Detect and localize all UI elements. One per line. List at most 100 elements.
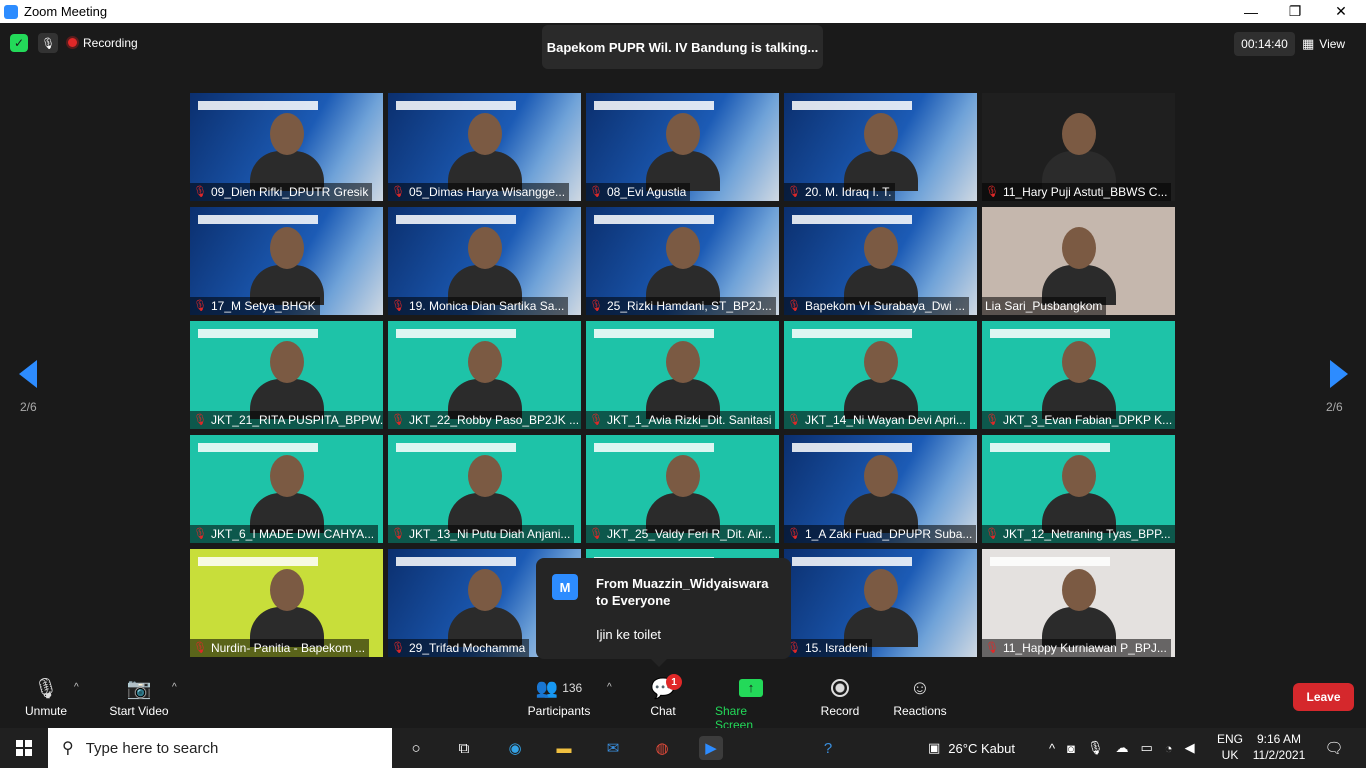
windows-taskbar: ⚲ Type here to search ○ ⧉ ◉ ▬ ✉ ◍ ▶ ? ▣ … [0,728,1366,768]
recording-indicator[interactable]: Recording [68,36,138,50]
participant-video-tile[interactable]: 🎙 25_Rizki Hamdani, ST_BP2J... [586,207,779,315]
participants-options-chevron-icon[interactable]: ^ [607,682,612,693]
participant-video-tile[interactable]: 🎙 17_M Setya_BHGK [190,207,383,315]
start-video-button[interactable]: 📷 Start Video [107,674,171,719]
participant-figure [447,113,522,191]
recording-dot-icon [68,38,77,47]
reactions-button[interactable]: ☺ Reactions [893,674,947,719]
participant-figure [645,341,720,419]
minimize-button[interactable]: — [1228,0,1274,23]
security-shield-icon[interactable]: ✓ [10,34,28,52]
virtual-background-logo-strip [396,329,516,338]
close-window-button[interactable]: ✕ [1318,0,1364,23]
participant-name-text: 11_Happy Kurniawan P_BPJ... [1002,641,1167,655]
maximize-button[interactable]: ❐ [1272,0,1318,23]
participant-figure [447,569,522,647]
unmute-button[interactable]: 🎙 Unmute [22,674,70,719]
participant-video-tile[interactable]: 🎙 JKT_3_Evan Fabian_DPKP K... [982,321,1175,429]
participant-name-text: Lia Sari_Pusbangkom [985,299,1103,313]
participant-head [1061,455,1096,497]
page-indicator-left: 2/6 [20,400,37,414]
participant-video-tile[interactable]: 🎙 19. Monica Dian Sartika Sa... [388,207,581,315]
participant-video-tile[interactable]: 🎙 JKT_25_Valdy Feri R_Dit. Air... [586,435,779,543]
participant-head [269,113,304,155]
participant-figure [843,113,918,191]
participant-video-tile[interactable]: 🎙 11_Happy Kurniawan P_BPJ... [982,549,1175,657]
participant-video-tile[interactable]: 🎙 08_Evi Agustia [586,93,779,201]
taskbar-search-box[interactable]: ⚲ Type here to search [48,728,392,768]
participant-video-tile[interactable]: 🎙 20. M. Idraq I. T. [784,93,977,201]
participant-video-tile[interactable]: 🎙 JKT_22_Robby Paso_BP2JK ... [388,321,581,429]
participant-head [665,341,700,383]
virtual-background-logo-strip [594,443,714,452]
taskbar-clock[interactable]: 9:16 AM 11/2/2021 [1250,731,1308,763]
participant-head [863,113,898,155]
view-button[interactable]: ▦ View [1302,32,1345,56]
participant-head [467,113,502,155]
participant-figure [447,455,522,533]
participants-icon: 👥 136 [535,677,583,698]
participant-figure [447,341,522,419]
weather-widget[interactable]: ▣ 26°C Kabut [928,728,1015,768]
participant-video-tile[interactable]: 🎙 09_Dien Rifki_DPUTR Gresik [190,93,383,201]
participants-button[interactable]: 👥 136 Participants [526,674,592,719]
microphone-status-icon[interactable]: 🎙 [38,33,58,53]
participant-video-tile[interactable]: 🎙 Bapekom VI Surabaya_Dwi ... [784,207,977,315]
share-screen-button[interactable]: ↑ Share Screen [715,674,787,732]
participant-video-tile[interactable]: 🎙 Nurdin- Panitia - Bapekom ... [190,549,383,657]
virtual-background-logo-strip [594,215,714,224]
task-view-icon[interactable]: ⧉ [452,736,476,760]
participant-video-tile[interactable]: 🎙 JKT_13_Ni Putu Diah Anjani... [388,435,581,543]
participant-video-tile[interactable]: Lia Sari_Pusbangkom [982,207,1175,315]
muted-microphone-icon: 🎙 [589,300,603,312]
participant-figure [843,227,918,305]
language-indicator[interactable]: ENG UK [1216,731,1244,763]
wifi-icon[interactable]: ◔ [1165,741,1173,756]
leave-button[interactable]: Leave [1293,683,1354,711]
record-label: Record [820,704,860,718]
muted-microphone-icon: 🎙 [391,414,405,426]
participant-head [467,227,502,269]
virtual-background-logo-strip [594,101,714,110]
chat-notification-popup[interactable]: M From Muazzin_Widyaiswara to Everyone I… [536,558,791,667]
zoom-taskbar-icon[interactable]: ▶ [699,736,723,760]
participant-video-tile[interactable]: 🎙 JKT_12_Netraning Tyas_BPP... [982,435,1175,543]
video-options-chevron-icon[interactable]: ^ [172,682,177,693]
participant-name-text: 20. M. Idraq I. T. [804,185,892,199]
participant-name-text: JKT_6_I MADE DWI CAHYA... [210,527,375,541]
participant-name-text: 19. Monica Dian Sartika Sa... [408,299,565,313]
audio-options-chevron-icon[interactable]: ^ [74,682,79,693]
clock-date: 11/2/2021 [1252,748,1306,762]
participant-video-tile[interactable]: 🎙 15. Isradeni [784,549,977,657]
volume-icon[interactable]: ◀ [1185,740,1195,756]
onedrive-icon[interactable]: ☁ [1115,740,1128,756]
participant-name-text: JKT_25_Valdy Feri R_Dit. Air... [606,527,772,541]
mail-icon[interactable]: ✉ [601,736,625,760]
battery-icon[interactable]: ▭ [1140,740,1152,756]
next-page-arrow-icon[interactable] [1330,360,1348,388]
help-icon[interactable]: ? [816,736,840,760]
start-button[interactable] [0,728,48,768]
record-button[interactable]: Record [819,674,861,718]
meet-now-icon[interactable]: ◙ [1067,741,1075,756]
chrome-browser-icon[interactable]: ◍ [650,736,674,760]
file-explorer-icon[interactable]: ▬ [552,736,576,760]
participant-video-tile[interactable]: 🎙 JKT_21_RITA PUSPITA_BPPW... [190,321,383,429]
chat-button[interactable]: 💬 1 Chat [648,674,682,718]
participant-video-tile[interactable]: 🎙 JKT_1_Avia Rizki_Dit. Sanitasi [586,321,779,429]
sender-avatar: M [552,574,578,600]
edge-browser-icon[interactable]: ◉ [503,736,527,760]
participant-video-tile[interactable]: 🎙 JKT_14_Ni Wayan Devi Apri... [784,321,977,429]
chat-unread-badge: 1 [666,674,682,690]
previous-page-arrow-icon[interactable] [19,360,37,388]
participant-video-tile[interactable]: 🎙 1_A Zaki Fuad_DPUPR Suba... [784,435,977,543]
participants-label: Participants [527,704,591,718]
cortana-icon[interactable]: ○ [404,736,428,760]
muted-microphone-icon: 🎙 [985,528,999,540]
tray-chevron-icon[interactable]: ^ [1049,741,1055,756]
participant-video-tile[interactable]: 🎙 05_Dimas Harya Wisangge... [388,93,581,201]
participant-video-tile[interactable]: 🎙 JKT_6_I MADE DWI CAHYA... [190,435,383,543]
notifications-icon[interactable]: 🗨 [1322,736,1346,760]
tray-microphone-icon[interactable]: 🎙 [1087,740,1104,756]
participant-video-tile[interactable]: 🎙 11_Hary Puji Astuti_BBWS C... [982,93,1175,201]
